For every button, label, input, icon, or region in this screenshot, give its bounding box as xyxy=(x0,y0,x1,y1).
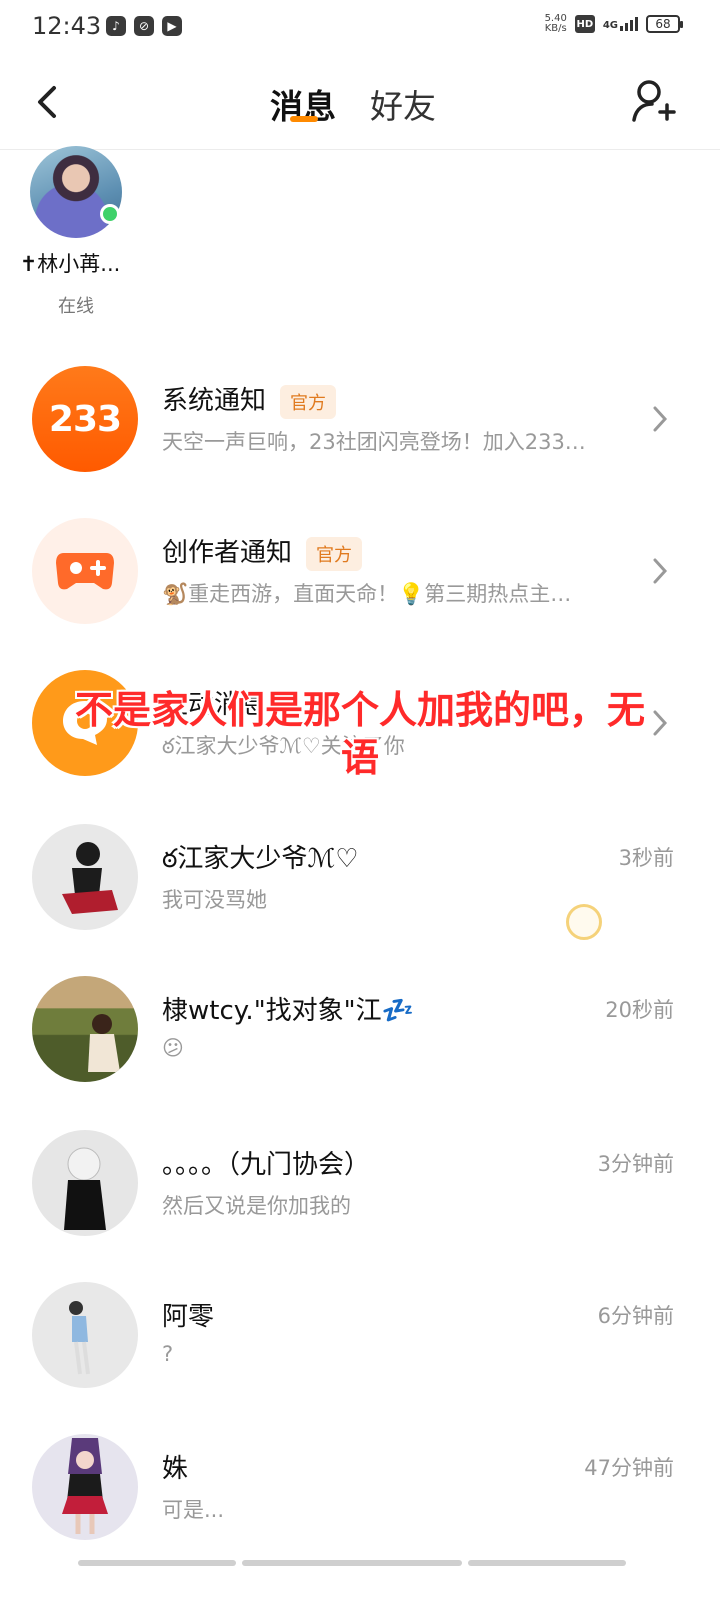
message-title: 创作者通知 官方 xyxy=(162,532,363,571)
message-title: 系统通知 官方 xyxy=(162,380,337,419)
message-time: 47分钟前 xyxy=(584,1456,674,1480)
message-item-system[interactable]: 233 系统通知 官方 天空一声巨响，23社团闪亮登场！加入233… xyxy=(0,366,720,518)
chat-item[interactable]: 阿零 ? 6分钟前 xyxy=(0,1282,720,1434)
message-title-text: 系统通知 xyxy=(162,386,267,416)
active-tab-indicator xyxy=(290,116,318,122)
chat-item[interactable]: 棣wtcy."找对象"江💤 😕 20秒前 xyxy=(0,976,720,1128)
message-time: 3秒前 xyxy=(618,846,674,870)
message-title: 。。。。（九门协会） xyxy=(162,1150,371,1180)
indicator-segment xyxy=(242,1560,462,1566)
tab-friends[interactable]: 好友 xyxy=(370,80,436,128)
online-friend-name: ✝林小苒... xyxy=(19,252,121,276)
message-preview: 😕 xyxy=(162,1036,184,1060)
message-title: 阿零 xyxy=(162,1302,215,1332)
avatar xyxy=(32,1434,138,1540)
chat-item[interactable]: 。。。。（九门协会） 然后又说是你加我的 3分钟前 xyxy=(0,1130,720,1282)
online-status: 在线 xyxy=(58,296,94,317)
net-type-label: 4G xyxy=(602,20,618,31)
app-icon: ⊘ xyxy=(134,16,154,36)
avatar xyxy=(32,824,138,930)
message-title: 棣wtcy."找对象"江💤 xyxy=(162,996,414,1026)
add-friend-icon[interactable] xyxy=(632,78,676,124)
status-right: 5.40 KB/s HD 4G 68 xyxy=(545,14,683,34)
message-title-text: 创作者通知 xyxy=(162,538,293,568)
message-item-creator[interactable]: 创作者通知 官方 🐒重走西游，直面天命！💡第三期热点主… xyxy=(0,518,720,670)
avatar xyxy=(32,976,138,1082)
avatar[interactable] xyxy=(30,146,122,238)
message-preview: 可是... xyxy=(162,1498,225,1522)
touch-indicator xyxy=(566,904,602,940)
online-indicator xyxy=(100,204,120,224)
creator-notice-avatar xyxy=(32,518,138,624)
message-preview: ? xyxy=(162,1342,174,1366)
message-preview: 我可没骂她 xyxy=(162,888,267,912)
back-icon[interactable] xyxy=(30,82,66,122)
official-badge: 官方 xyxy=(280,384,337,419)
header: 消息 好友 xyxy=(0,56,720,150)
hd-badge: HD xyxy=(574,15,595,33)
indicator-segment xyxy=(78,1560,236,1566)
chat-item[interactable]: ఠ江家大少爷ℳ♡ 我可没骂她 3秒前 xyxy=(0,824,720,976)
indicator-segment xyxy=(468,1560,626,1566)
message-title: 姝 xyxy=(162,1454,189,1484)
system-notice-avatar: 233 xyxy=(32,366,138,472)
play-icon: ▶ xyxy=(162,16,182,36)
avatar xyxy=(32,1130,138,1236)
message-preview: 然后又说是你加我的 xyxy=(162,1194,351,1218)
message-title: ఠ江家大少爷ℳ♡ xyxy=(162,844,359,874)
bottom-indicator xyxy=(78,1560,626,1566)
net-speed-unit: KB/s xyxy=(544,23,567,34)
tiktok-icon: ♪ xyxy=(106,16,126,36)
battery-icon: 68 xyxy=(646,15,683,33)
online-friend[interactable]: ✝林小苒... 在线 xyxy=(20,146,132,318)
signal-icon: 4G xyxy=(603,17,638,31)
avatar xyxy=(32,1282,138,1388)
message-preview: 🐒重走西游，直面天命！💡第三期热点主… xyxy=(162,582,572,606)
overlay-caption: 不是家人们是那个人加我的吧，无语 xyxy=(74,688,645,780)
official-badge: 官方 xyxy=(306,536,363,571)
net-speed: 5.40 KB/s xyxy=(545,14,567,34)
message-time: 6分钟前 xyxy=(597,1304,674,1328)
message-preview: 天空一声巨响，23社团闪亮登场！加入233… xyxy=(162,430,586,454)
notification-icons: ♪ ⊘ ▶ xyxy=(106,16,182,36)
chevron-right-icon xyxy=(653,406,668,432)
gamepad-icon xyxy=(56,553,114,590)
status-time: 12:43 xyxy=(32,12,102,40)
status-bar: 12:43 ♪ ⊘ ▶ 5.40 KB/s HD 4G 68 xyxy=(0,0,720,56)
chevron-right-icon xyxy=(653,558,668,584)
message-time: 20秒前 xyxy=(605,998,674,1022)
message-time: 3分钟前 xyxy=(597,1152,674,1176)
